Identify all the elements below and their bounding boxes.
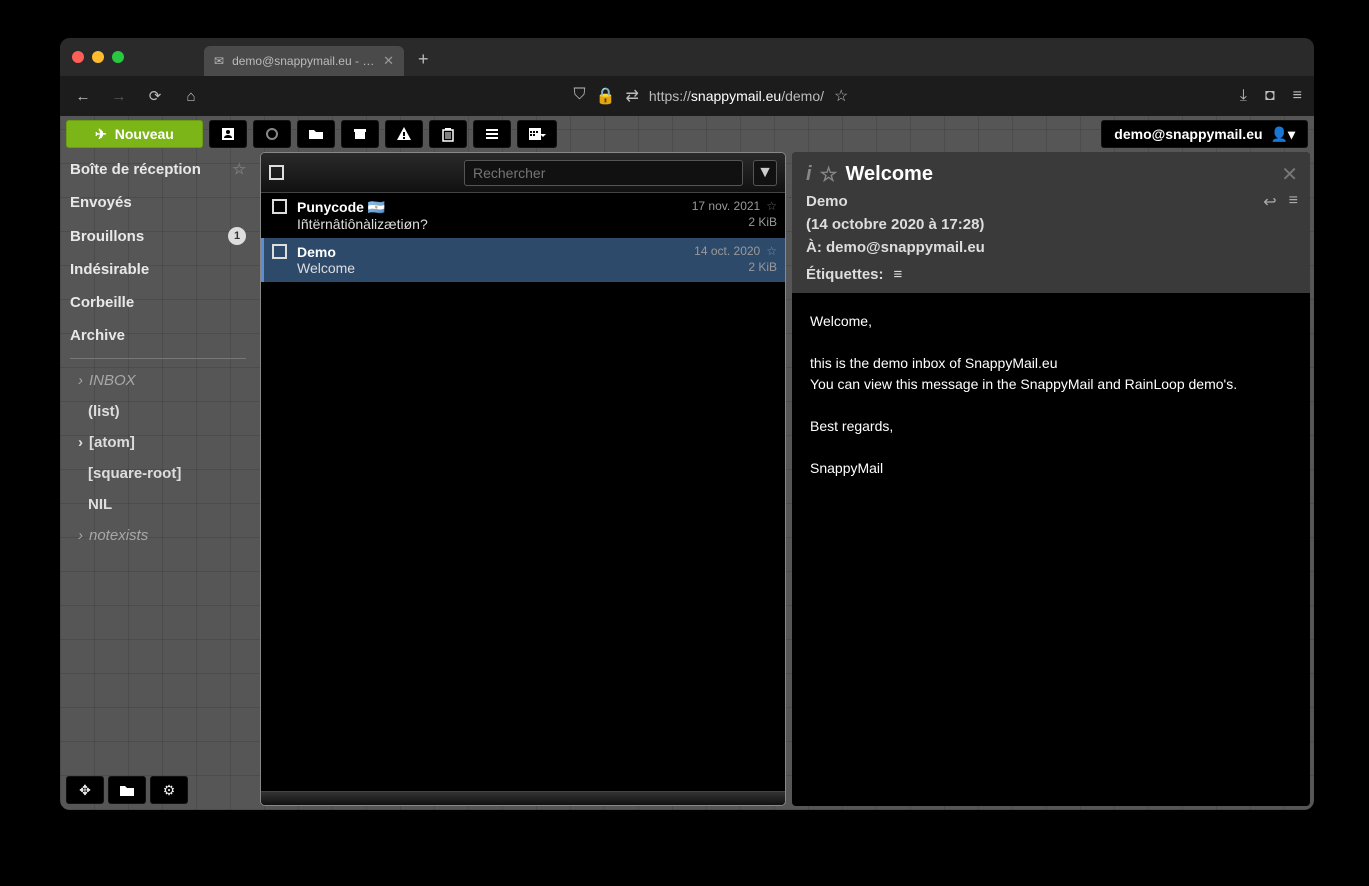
folder-button[interactable] bbox=[297, 120, 335, 148]
browser-tab[interactable]: ✉ demo@snappymail.eu - Boîte m... ✕ bbox=[204, 46, 404, 76]
drafts-count-badge: 1 bbox=[228, 227, 246, 245]
more-actions-icon[interactable]: ≡ bbox=[1289, 192, 1298, 212]
forward-button[interactable]: → bbox=[108, 88, 130, 105]
folder-drafts[interactable]: Brouillons 1 bbox=[60, 219, 256, 253]
spam-button[interactable] bbox=[385, 120, 423, 148]
browser-navbar: ← → ⟳ ⌂ ⛉ 🔒 ⇄ https://snappymail.eu/demo… bbox=[60, 76, 1314, 116]
maximize-window-button[interactable] bbox=[112, 51, 124, 63]
star-icon[interactable]: ☆ bbox=[820, 162, 838, 187]
delete-button[interactable] bbox=[429, 120, 467, 148]
back-button[interactable]: ← bbox=[72, 88, 94, 105]
close-tab-icon[interactable]: ✕ bbox=[383, 53, 394, 69]
message-detail-pane: i ☆ Welcome ✕ ↩ ≡ Demo (14 octobre 2020 … bbox=[792, 152, 1310, 806]
more-button[interactable] bbox=[473, 120, 511, 148]
message-date: 14 oct. 2020 bbox=[694, 244, 760, 258]
send-icon: ✈ bbox=[95, 126, 107, 143]
app-content: ✈ Nouveau bbox=[60, 116, 1314, 810]
subfolder-notexists[interactable]: ›notexists bbox=[60, 520, 256, 551]
reload-button[interactable]: ⟳ bbox=[144, 87, 166, 105]
close-detail-button[interactable]: ✕ bbox=[1281, 162, 1298, 187]
app-toolbar: ✈ Nouveau bbox=[60, 116, 1314, 152]
detail-from: Demo bbox=[806, 193, 1296, 210]
folder-sent[interactable]: Envoyés bbox=[60, 186, 256, 219]
chevron-right-icon: › bbox=[78, 434, 83, 451]
archive-button[interactable] bbox=[341, 120, 379, 148]
list-header: ▼ bbox=[261, 153, 785, 193]
subfolder-nil[interactable]: NIL bbox=[60, 489, 256, 520]
shield-icon: ⛉ bbox=[574, 86, 586, 106]
titlebar: ✉ demo@snappymail.eu - Boîte m... ✕ + bbox=[60, 38, 1314, 76]
account-button[interactable]: demo@snappymail.eu 👤▾ bbox=[1101, 120, 1308, 148]
chevron-right-icon: › bbox=[78, 372, 83, 389]
reply-icon[interactable]: ↩ bbox=[1263, 192, 1276, 212]
window-controls bbox=[72, 51, 124, 63]
message-row[interactable]: Punycode 🇦🇷 Iñtërnâtiônàlizætiøn? 17 nov… bbox=[261, 193, 785, 238]
chevron-right-icon: › bbox=[78, 527, 83, 544]
sidebar-bottom-icons: ✥ ⚙ bbox=[60, 770, 256, 810]
tags-label: Étiquettes: bbox=[806, 266, 884, 283]
detail-date: (14 octobre 2020 à 17:28) bbox=[806, 216, 1296, 233]
message-from: Demo bbox=[297, 244, 684, 260]
collapse-button[interactable]: ✥ bbox=[66, 776, 104, 804]
url-bar[interactable]: ⛉ 🔒 ⇄ https://snappymail.eu/demo/ ☆ bbox=[216, 81, 1206, 111]
detail-header: i ☆ Welcome ✕ ↩ ≡ Demo (14 octobre 2020 … bbox=[792, 152, 1310, 293]
search-advanced-button[interactable]: ▼ bbox=[753, 160, 777, 186]
message-checkbox[interactable] bbox=[272, 244, 287, 259]
divider bbox=[70, 358, 246, 359]
subfolder-inbox[interactable]: ›INBOX bbox=[60, 365, 256, 396]
list-footer bbox=[261, 791, 785, 805]
message-size: 2 KiB bbox=[748, 215, 777, 229]
detail-body: Welcome, this is the demo inbox of Snapp… bbox=[792, 293, 1310, 806]
minimize-window-button[interactable] bbox=[92, 51, 104, 63]
message-checkbox[interactable] bbox=[272, 199, 287, 214]
message-date: 17 nov. 2021 bbox=[692, 199, 761, 213]
downloads-icon[interactable]: ⤓ bbox=[1240, 87, 1247, 105]
message-subject: Iñtërnâtiônàlizætiøn? bbox=[297, 216, 682, 232]
folder-inbox[interactable]: Boîte de réception ☆ bbox=[60, 152, 256, 186]
message-size: 2 KiB bbox=[748, 260, 777, 274]
star-icon[interactable]: ☆ bbox=[766, 244, 777, 258]
user-icon: 👤▾ bbox=[1271, 126, 1295, 143]
message-row[interactable]: Demo Welcome 14 oct. 2020 ☆ 2 KiB bbox=[261, 238, 785, 282]
refresh-button[interactable] bbox=[253, 120, 291, 148]
settings-button[interactable]: ⚙ bbox=[150, 776, 188, 804]
menu-icon[interactable]: ≡ bbox=[1293, 87, 1302, 105]
star-icon[interactable]: ☆ bbox=[766, 199, 777, 213]
close-window-button[interactable] bbox=[72, 51, 84, 63]
folder-sidebar: Boîte de réception ☆ Envoyés Brouillons … bbox=[60, 152, 256, 810]
tune-icon: ⇄ bbox=[625, 86, 638, 106]
url-text: https://snappymail.eu/demo/ bbox=[649, 88, 824, 104]
subfolder-atom[interactable]: ›[atom] bbox=[60, 427, 256, 458]
contacts-button[interactable] bbox=[209, 120, 247, 148]
folder-manage-button[interactable] bbox=[108, 776, 146, 804]
new-tab-button[interactable]: + bbox=[418, 49, 429, 70]
message-list-pane: ▼ Punycode 🇦🇷 Iñtërnâtiônàlizætiøn? 17 n… bbox=[260, 152, 786, 806]
tab-title: demo@snappymail.eu - Boîte m... bbox=[232, 54, 375, 68]
search-input[interactable] bbox=[464, 160, 743, 186]
folder-archive[interactable]: Archive bbox=[60, 319, 256, 352]
subfolder-square-root[interactable]: [square-root] bbox=[60, 458, 256, 489]
select-all-checkbox[interactable] bbox=[269, 165, 284, 180]
info-icon[interactable]: i bbox=[806, 163, 812, 186]
compose-button[interactable]: ✈ Nouveau bbox=[66, 120, 203, 148]
home-button[interactable]: ⌂ bbox=[180, 88, 202, 105]
pocket-icon[interactable]: ◘ bbox=[1265, 87, 1275, 105]
folder-spam[interactable]: Indésirable bbox=[60, 253, 256, 286]
message-from: Punycode 🇦🇷 bbox=[297, 199, 682, 216]
subfolder-list[interactable]: (list) bbox=[60, 396, 256, 427]
message-subject: Welcome bbox=[297, 260, 684, 276]
folder-trash[interactable]: Corbeille bbox=[60, 286, 256, 319]
tags-menu-icon[interactable]: ≡ bbox=[894, 266, 903, 283]
lock-icon: 🔒 bbox=[596, 86, 616, 106]
calendar-button[interactable] bbox=[517, 120, 557, 148]
to-label: À: bbox=[806, 239, 822, 256]
detail-subject: Welcome bbox=[846, 163, 933, 186]
star-icon[interactable]: ☆ bbox=[233, 160, 246, 178]
browser-window: ✉ demo@snappymail.eu - Boîte m... ✕ + ← … bbox=[60, 38, 1314, 810]
mail-icon: ✉ bbox=[214, 54, 224, 68]
bookmark-star-icon[interactable]: ☆ bbox=[834, 86, 848, 106]
detail-to: demo@snappymail.eu bbox=[826, 239, 985, 256]
